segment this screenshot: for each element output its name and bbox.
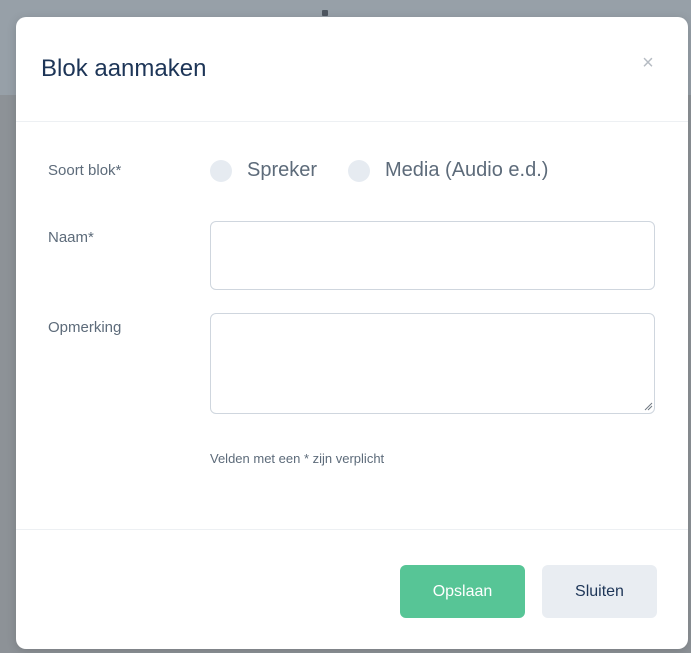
name-label: Naam* [48, 229, 94, 246]
close-icon[interactable]: × [638, 53, 658, 73]
radio-option-media[interactable]: Media (Audio e.d.) [348, 159, 548, 182]
background-page-element [322, 10, 328, 16]
dialog-title: Blok aanmaken [41, 55, 207, 82]
remark-textarea[interactable] [210, 313, 655, 414]
name-input[interactable] [210, 221, 655, 290]
remark-label: Opmerking [48, 319, 122, 336]
create-block-dialog: Blok aanmaken × Soort blok* Spreker Medi… [16, 17, 688, 649]
radio-button-media[interactable] [348, 159, 370, 182]
radio-button-speaker[interactable] [210, 159, 232, 182]
save-button[interactable]: Opslaan [400, 565, 525, 618]
close-button[interactable]: Sluiten [542, 565, 657, 618]
footer-divider [16, 529, 688, 530]
required-fields-hint: Velden met een * zijn verplicht [210, 451, 385, 466]
dialog-header: Blok aanmaken × [16, 17, 688, 122]
block-type-label: Soort blok* [48, 162, 122, 179]
resize-handle-icon[interactable] [643, 401, 653, 411]
radio-label-media[interactable]: Media (Audio e.d.) [385, 159, 548, 182]
radio-option-speaker[interactable]: Spreker [210, 159, 317, 182]
radio-label-speaker[interactable]: Spreker [247, 159, 317, 182]
